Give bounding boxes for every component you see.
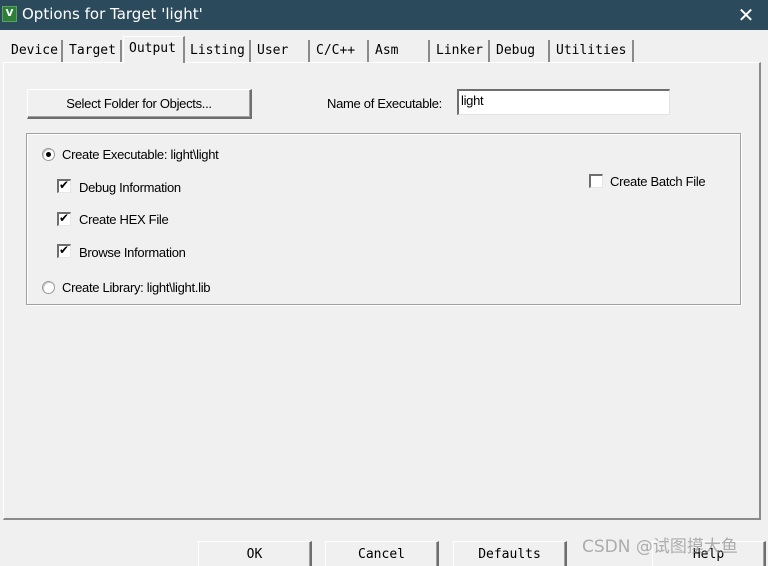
defaults-button[interactable]: Defaults [453,541,567,566]
checkmark-icon: ✔ [59,211,70,225]
radio-selected-dot [46,152,51,157]
debug-information-label: Debug Information [79,180,181,195]
create-hex-file-checkbox[interactable]: ✔ [57,211,71,226]
tab-device[interactable]: Device [6,40,63,62]
checkmark-icon: ✔ [59,243,70,257]
tab-asm[interactable]: Asm [370,40,430,62]
window-title: Options for Target 'light' [22,5,203,23]
checkmark-icon: ✔ [59,178,70,192]
ok-button[interactable]: OK [198,541,312,566]
create-executable-label: Create Executable: light\light [62,147,219,162]
browse-information-checkbox[interactable]: ✔ [57,243,71,258]
tab-c-cpp[interactable]: C/C++ [311,40,369,62]
help-button[interactable]: Help [652,541,766,566]
tab-output[interactable]: Output [123,36,185,63]
tab-listing[interactable]: Listing [185,40,251,62]
create-executable-radio[interactable] [42,148,55,161]
tab-utilities[interactable]: Utilities [551,40,634,62]
tab-debug[interactable]: Debug [491,40,550,62]
create-library-radio[interactable] [42,281,55,294]
tab-target[interactable]: Target [64,40,122,62]
create-batch-file-checkbox[interactable] [589,174,603,188]
name-of-executable-input[interactable] [457,89,670,115]
debug-information-checkbox[interactable]: ✔ [57,178,71,193]
create-hex-file-label: Create HEX File [79,212,169,227]
title-bar: V Options for Target 'light' ✕ [0,0,768,30]
tab-linker[interactable]: Linker [431,40,490,62]
tab-strip: Device Target Output Listing User C/C++ … [0,36,768,63]
close-button[interactable]: ✕ [724,0,768,30]
create-batch-file-label: Create Batch File [610,174,706,189]
tab-user[interactable]: User [252,40,310,62]
close-icon: ✕ [737,3,755,27]
name-of-executable-label: Name of Executable: [327,96,442,111]
create-library-label: Create Library: light\light.lib [62,280,211,295]
browse-information-label: Browse Information [79,245,186,260]
cancel-button[interactable]: Cancel [325,541,439,566]
select-folder-button[interactable]: Select Folder for Objects... [27,89,252,119]
app-icon: V [2,6,17,22]
